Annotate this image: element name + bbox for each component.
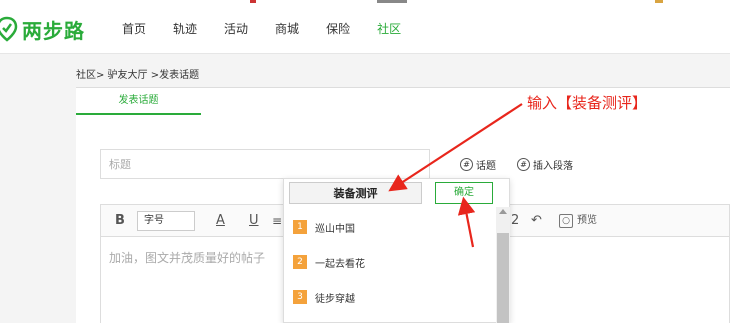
topic-item-label: 一起去看花 [315,258,365,270]
redo-icon[interactable]: 2 [511,205,519,237]
align-icon[interactable]: ≡ [272,205,282,237]
topic-input[interactable] [289,182,422,204]
topic-item[interactable]: 3 徒步穿越 [293,288,355,306]
hashtag-icon: # [460,158,473,171]
top-navbar: 两步路 首页 轨迹 活动 商城 保险 社区 [0,4,730,54]
nav-item-events[interactable]: 活动 [224,4,248,54]
search-icon: ○ [559,214,573,228]
nav-item-shop[interactable]: 商城 [275,4,299,54]
title-input[interactable] [100,149,430,179]
bold-button[interactable]: B [115,205,125,237]
topic-popup: 确定 1 巡山中国 2 一起去看花 3 徒步穿越 [283,178,510,323]
tab-post-topic[interactable]: 发表话题 [76,88,201,115]
font-size-select[interactable]: 字号 [137,211,195,231]
underline-button[interactable]: U [249,205,259,237]
undo-icon[interactable]: ↶ [531,205,542,237]
site-logo[interactable]: 两步路 [0,14,85,44]
insert-paragraph-option[interactable]: # 插入段落 [517,157,573,172]
hashtag-icon: # [517,158,530,171]
topic-item[interactable]: 2 一起去看花 [293,253,365,271]
top-strip-mark [655,0,663,3]
preview-button[interactable]: ○ 预览 [559,205,597,237]
topic-item-number: 2 [293,255,307,269]
nav-item-tracks[interactable]: 轨迹 [173,4,197,54]
scrollbar-thumb[interactable] [497,233,509,323]
nav-item-community[interactable]: 社区 [377,4,401,54]
logo-icon [0,16,18,42]
preview-label: 预览 [577,215,597,226]
font-color-button[interactable]: A [216,205,225,237]
main-nav: 首页 轨迹 活动 商城 保险 社区 [122,4,428,54]
scroll-up-icon[interactable] [499,209,507,214]
topic-list-scrollbar[interactable] [496,207,510,323]
topic-item-label: 巡山中国 [315,223,355,235]
topic-item-number: 1 [293,220,307,234]
font-size-label: 字号 [144,215,164,226]
topic-option-label: 话题 [476,161,496,172]
topic-option[interactable]: # 话题 [460,157,496,172]
top-strip-mark [377,0,407,3]
breadcrumb: 社区> 驴友大厅 >发表话题 [76,70,200,81]
confirm-button[interactable]: 确定 [435,182,493,204]
top-strip-mark [250,0,256,3]
logo-text: 两步路 [22,18,85,43]
nav-item-insurance[interactable]: 保险 [326,4,350,54]
annotation-label: 输入【装备测评】 [527,94,648,112]
topic-item-number: 3 [293,290,307,304]
insert-paragraph-label: 插入段落 [533,161,573,172]
nav-item-home[interactable]: 首页 [122,4,146,54]
editor-placeholder: 加油，图文并茂质量好的帖子 [109,251,266,265]
topic-item[interactable]: 1 巡山中国 [293,218,355,236]
topic-item-label: 徒步穿越 [315,293,355,305]
